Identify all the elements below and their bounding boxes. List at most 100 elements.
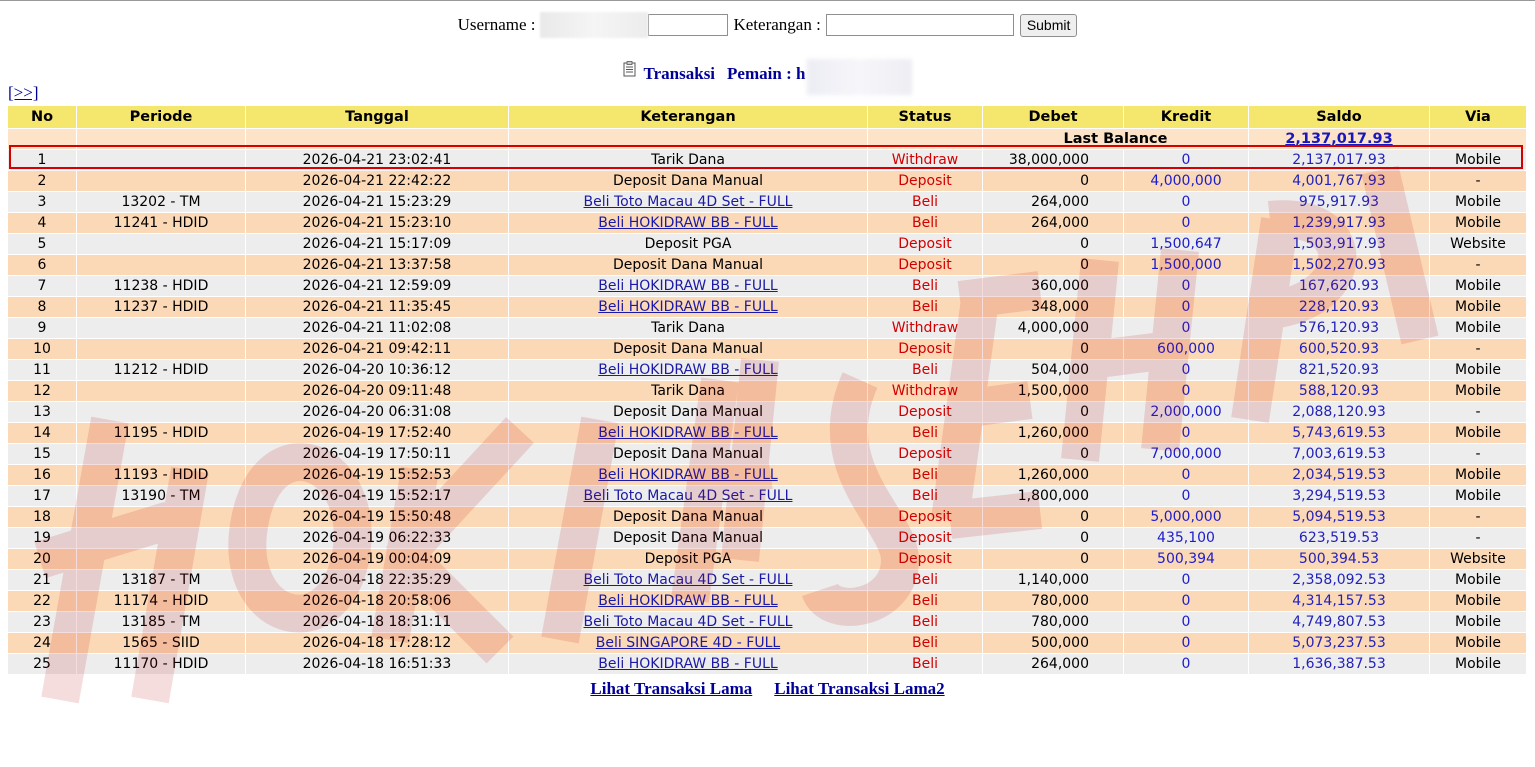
cell-saldo: 4,749,807.53 [1249,612,1429,633]
cell-status: Beli [868,423,982,444]
col-header-periode: Periode [77,106,245,129]
table-row: 15 2026-04-19 17:50:11 Deposit Dana Manual… [8,444,1526,465]
cell-no: 11 [8,360,76,381]
cell-keterangan: Beli HOKIDRAW BB - FULL [509,591,867,612]
cell-status: Deposit [868,339,982,360]
cell-via: Mobile [1430,570,1526,591]
cell-no: 21 [8,570,76,591]
keterangan-link[interactable]: Beli HOKIDRAW BB - FULL [598,656,777,672]
cell-kredit: 7,000,000 [1124,444,1248,465]
cell-periode: 11212 - HDID [77,360,245,381]
cell-saldo: 4,314,157.53 [1249,591,1429,612]
cell-status: Beli [868,633,982,654]
keterangan-link[interactable]: Beli Toto Macau 4D Set - FULL [584,614,793,630]
cell-saldo: 3,294,519.53 [1249,486,1429,507]
cell-tanggal: 2026-04-18 18:31:11 [246,612,508,633]
page-heading: Transaksi Pemain : h [0,56,1535,95]
cell-status: Beli [868,465,982,486]
table-row: 10 2026-04-21 09:42:11 Deposit Dana Manual… [8,339,1526,360]
cell-kredit: 0 [1124,423,1248,444]
cell-kredit: 0 [1124,612,1248,633]
cell-saldo: 1,239,917.93 [1249,213,1429,234]
cell-status: Beli [868,612,982,633]
keterangan-link[interactable]: Beli Toto Macau 4D Set - FULL [584,194,793,210]
table-row: 3 13202 - TM 2026-04-21 15:23:29 Beli Toto … [8,192,1526,213]
cell-keterangan: Beli Toto Macau 4D Set - FULL [509,612,867,633]
cell-status: Deposit [868,528,982,549]
cell-periode [77,549,245,570]
cell-kredit: 0 [1124,318,1248,339]
table-row: 2 2026-04-21 22:42:22 Deposit Dana Manual D… [8,171,1526,192]
cell-kredit: 0 [1124,150,1248,171]
cell-no: 3 [8,192,76,213]
old-transactions-link[interactable]: Lihat Transaksi Lama [590,679,752,699]
cell-periode [77,444,245,465]
cell-status: Deposit [868,507,982,528]
cell-no: 2 [8,171,76,192]
cell-debet: 1,800,000 [983,486,1123,507]
keterangan-link[interactable]: Beli Toto Macau 4D Set - FULL [584,488,793,504]
keterangan-link[interactable]: Beli Toto Macau 4D Set - FULL [584,572,793,588]
cell-keterangan: Deposit PGA [509,549,867,570]
cell-periode: 11237 - HDID [77,297,245,318]
col-header-debet: Debet [983,106,1123,129]
cell-tanggal: 2026-04-21 22:42:22 [246,171,508,192]
cell-debet: 780,000 [983,591,1123,612]
cell-no: 12 [8,381,76,402]
cell-debet: 1,260,000 [983,423,1123,444]
keterangan-link[interactable]: Beli HOKIDRAW BB - FULL [598,362,777,378]
cell-debet: 0 [983,444,1123,465]
cell-no: 24 [8,633,76,654]
keterangan-link[interactable]: Beli HOKIDRAW BB - FULL [598,299,777,315]
cell-saldo: 821,520.93 [1249,360,1429,381]
cell-tanggal: 2026-04-21 09:42:11 [246,339,508,360]
submit-button[interactable]: Submit [1019,13,1078,37]
keterangan-link[interactable]: Beli HOKIDRAW BB - FULL [598,467,777,483]
cell-via: Mobile [1430,276,1526,297]
cell-status: Deposit [868,549,982,570]
cell-debet: 38,000,000 [983,150,1123,171]
cell-via: - [1430,171,1526,192]
col-header-tanggal: Tanggal [246,106,508,129]
last-balance-label: Last Balance [983,129,1248,150]
cell-no: 16 [8,465,76,486]
cell-tanggal: 2026-04-19 17:50:11 [246,444,508,465]
cell-debet: 780,000 [983,612,1123,633]
cell-tanggal: 2026-04-21 23:02:41 [246,150,508,171]
last-balance-row: Last Balance 2,137,017.93 [8,129,1526,150]
keterangan-link[interactable]: Beli HOKIDRAW BB - FULL [598,278,777,294]
table-row: 7 11238 - HDID 2026-04-21 12:59:09 Beli HOK… [8,276,1526,297]
old-transactions2-link[interactable]: Lihat Transaksi Lama2 [774,679,944,699]
cell-saldo: 4,001,767.93 [1249,171,1429,192]
table-row: 21 13187 - TM 2026-04-18 22:35:29 Beli Toto… [8,570,1526,591]
cell-via: Mobile [1430,423,1526,444]
table-row: 6 2026-04-21 13:37:58 Deposit Dana Manual D… [8,255,1526,276]
cell-saldo: 500,394.53 [1249,549,1429,570]
table-header-row: No Periode Tanggal Keterangan Status Deb… [8,106,1526,129]
cell-no: 19 [8,528,76,549]
username-input[interactable] [648,14,729,36]
cell-keterangan: Deposit Dana Manual [509,444,867,465]
cell-tanggal: 2026-04-21 15:23:29 [246,192,508,213]
cell-kredit: 0 [1124,213,1248,234]
search-form: Username : Keterangan : Submit [0,12,1535,38]
table-row: 17 13190 - TM 2026-04-19 15:52:17 Beli Toto… [8,486,1526,507]
cell-tanggal: 2026-04-18 17:28:12 [246,633,508,654]
cell-saldo: 5,743,619.53 [1249,423,1429,444]
table-row: 14 11195 - HDID 2026-04-19 17:52:40 Beli HO… [8,423,1526,444]
cell-periode: 1565 - SIID [77,633,245,654]
cell-debet: 0 [983,549,1123,570]
cell-no: 14 [8,423,76,444]
next-page-link[interactable]: [>>] [8,83,39,103]
keterangan-link[interactable]: Beli HOKIDRAW BB - FULL [598,425,777,441]
keterangan-input[interactable] [825,14,1014,36]
cell-status: Deposit [868,255,982,276]
cell-saldo: 2,034,519.53 [1249,465,1429,486]
keterangan-link[interactable]: Beli HOKIDRAW BB - FULL [598,215,777,231]
cell-kredit: 0 [1124,591,1248,612]
cell-saldo: 7,003,619.53 [1249,444,1429,465]
keterangan-link[interactable]: Beli HOKIDRAW BB - FULL [598,593,777,609]
last-balance-value: 2,137,017.93 [1249,129,1429,150]
keterangan-link[interactable]: Beli SINGAPORE 4D - FULL [596,635,780,651]
cell-status: Beli [868,486,982,507]
